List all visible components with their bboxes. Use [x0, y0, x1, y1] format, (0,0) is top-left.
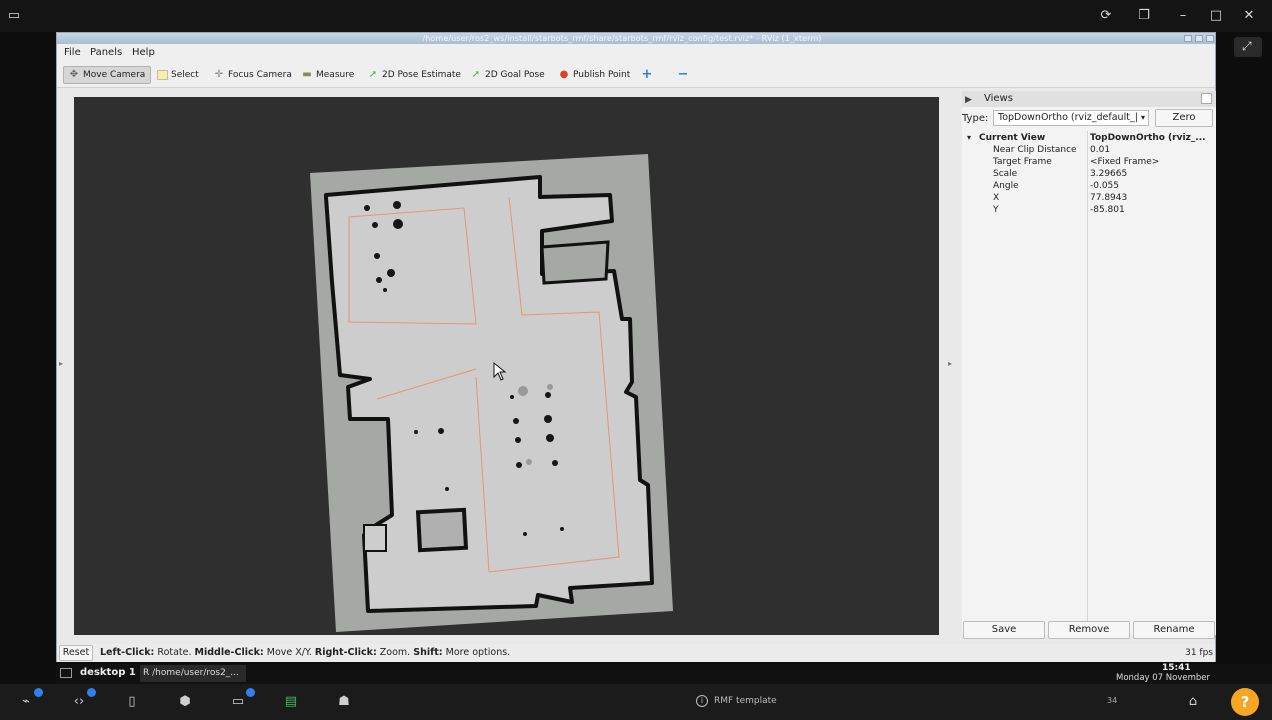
notification-badge	[87, 688, 96, 697]
map-pin-icon: ●	[559, 69, 569, 80]
menu-panels[interactable]: Panels	[90, 47, 122, 58]
property-row[interactable]: Target Frame <Fixed Frame>	[962, 156, 1216, 168]
info-icon[interactable]: i	[696, 695, 708, 707]
window-title: /home/user/ros2_ws/install/starbots_rmf/…	[422, 34, 822, 43]
menu-help[interactable]: Help	[132, 47, 155, 58]
rename-button[interactable]: Rename	[1133, 621, 1215, 639]
property-row[interactable]: Scale 3.29665	[962, 168, 1216, 180]
maximize-icon[interactable]: □	[1206, 7, 1226, 25]
remote-desktop-top-bar: ▭ ⟳ ❐ – □ ✕	[0, 0, 1272, 32]
minimize-icon[interactable]: –	[1173, 7, 1193, 25]
question-icon: ?	[1240, 693, 1250, 711]
map-small-box	[363, 524, 387, 552]
render-viewport[interactable]	[74, 97, 939, 635]
add-tool-button[interactable]: +	[637, 66, 660, 84]
chevron-down-icon: ▾	[1140, 113, 1145, 122]
refresh-icon[interactable]: ⟳	[1096, 7, 1116, 25]
home-icon[interactable]: ⌂	[1183, 693, 1203, 711]
monitor-icon[interactable]: ▭	[4, 7, 24, 25]
terminal-app-icon[interactable]: ⌁	[16, 693, 36, 711]
desktop-strip: desktop 1 R /home/user/ros2_... 15:41 Mo…	[56, 663, 1272, 684]
move-camera-icon: ✥	[69, 69, 79, 80]
expand-icon: ⤢	[1242, 39, 1252, 53]
green-arrow-icon: ➚	[368, 69, 378, 80]
tool-bar: ✥ Move Camera Select ✛ Focus Camera ▬ Me…	[57, 62, 1215, 88]
measure-tool[interactable]: ▬ Measure	[297, 66, 358, 84]
property-row[interactable]: X 77.8943	[962, 192, 1216, 204]
close-icon[interactable]: ✕	[1239, 7, 1259, 25]
robot-icon[interactable]: ☗	[334, 693, 354, 711]
left-panel-toggle-arrow[interactable]: ▸	[59, 359, 63, 368]
panel-float-checkbox[interactable]	[1201, 93, 1212, 104]
status-bar: Reset Left-Click: Rotate. Middle-Click: …	[57, 644, 1215, 662]
clock-date: Monday 07 November	[1116, 673, 1210, 683]
counter-value: 34	[1107, 696, 1118, 705]
plus-icon: +	[641, 67, 653, 82]
fps-counter: 31 fps	[1185, 648, 1213, 658]
menu-file[interactable]: File	[64, 47, 81, 58]
remove-tool-button[interactable]: −	[673, 66, 696, 84]
rviz-window: /home/user/ros2_ws/install/starbots_rmf/…	[56, 32, 1216, 662]
pose-estimate-tool[interactable]: ➚ 2D Pose Estimate	[363, 66, 465, 84]
zero-button[interactable]: Zero	[1155, 109, 1213, 127]
move-camera-tool[interactable]: ✥ Move Camera	[63, 66, 151, 84]
publish-point-tool[interactable]: ● Publish Point	[554, 66, 634, 84]
window-list-icon	[60, 668, 72, 678]
desktop-label[interactable]: desktop 1	[80, 667, 136, 678]
property-row[interactable]: Angle -0.055	[962, 180, 1216, 192]
status-hint: Left-Click: Rotate. Middle-Click: Move X…	[100, 647, 511, 658]
save-button[interactable]: Save	[963, 621, 1045, 639]
views-panel: ▶ Views Type: TopDownOrtho (rviz_default…	[962, 91, 1216, 635]
notification-badge	[246, 688, 255, 697]
window-close-button[interactable]	[1206, 35, 1214, 42]
window-titlebar: /home/user/ros2_ws/install/starbots_rmf/…	[57, 33, 1215, 44]
remove-button[interactable]: Remove	[1048, 621, 1130, 639]
camera-icon: ▶	[965, 95, 972, 105]
focus-camera-icon: ✛	[214, 69, 224, 80]
cube-icon[interactable]: ⬢	[175, 693, 195, 711]
fullscreen-button[interactable]: ⤢	[1234, 37, 1262, 57]
expand-triangle-icon[interactable]: ▾	[967, 132, 971, 144]
type-label: Type:	[962, 113, 989, 124]
file-browser-icon[interactable]: ▯	[122, 693, 142, 711]
property-row[interactable]: Y -85.801	[962, 204, 1216, 216]
map-box-obstacle	[415, 507, 469, 553]
right-panel-toggle-arrow[interactable]: ▸	[948, 359, 952, 368]
template-label[interactable]: RMF template	[714, 696, 777, 706]
minus-icon: −	[677, 67, 689, 82]
goal-arrow-icon: ➚	[471, 69, 481, 80]
notification-badge	[34, 688, 43, 697]
help-button[interactable]: ?	[1231, 688, 1259, 716]
window-maximize-button[interactable]	[1195, 35, 1203, 42]
desktop-icon[interactable]: ▭	[228, 693, 248, 711]
clock-time: 15:41	[1162, 663, 1191, 673]
book-icon[interactable]: ▤	[281, 693, 301, 711]
code-editor-icon[interactable]: ‹›	[69, 693, 89, 711]
property-row[interactable]: Near Clip Distance 0.01	[962, 144, 1216, 156]
restore-icon[interactable]: ❐	[1134, 7, 1154, 25]
menu-bar: File Panels Help	[57, 44, 1215, 62]
rviz-icon: R	[143, 668, 150, 678]
occupancy-map	[310, 154, 673, 632]
current-view-row[interactable]: ▾ Current View TopDownOrtho (rviz_...	[962, 132, 1216, 144]
select-icon	[157, 70, 168, 80]
select-tool[interactable]: Select	[153, 66, 203, 84]
view-type-select[interactable]: TopDownOrtho (rviz_default_| ▾	[993, 110, 1149, 126]
ruler-icon: ▬	[302, 69, 312, 80]
goal-pose-tool[interactable]: ➚ 2D Goal Pose	[466, 66, 549, 84]
map-notch-right	[540, 240, 610, 285]
focus-camera-tool[interactable]: ✛ Focus Camera	[209, 66, 296, 84]
xterm-task-button[interactable]: R /home/user/ros2_...	[140, 665, 246, 682]
reset-button[interactable]: Reset	[59, 645, 93, 661]
window-minimize-button[interactable]	[1184, 35, 1192, 42]
taskbar: ⌁ ‹› ▯ ⬢ ▭ ▤ ☗ i RMF template 34 ⌂ ?	[0, 684, 1272, 720]
views-panel-header: ▶ Views	[962, 91, 1216, 107]
